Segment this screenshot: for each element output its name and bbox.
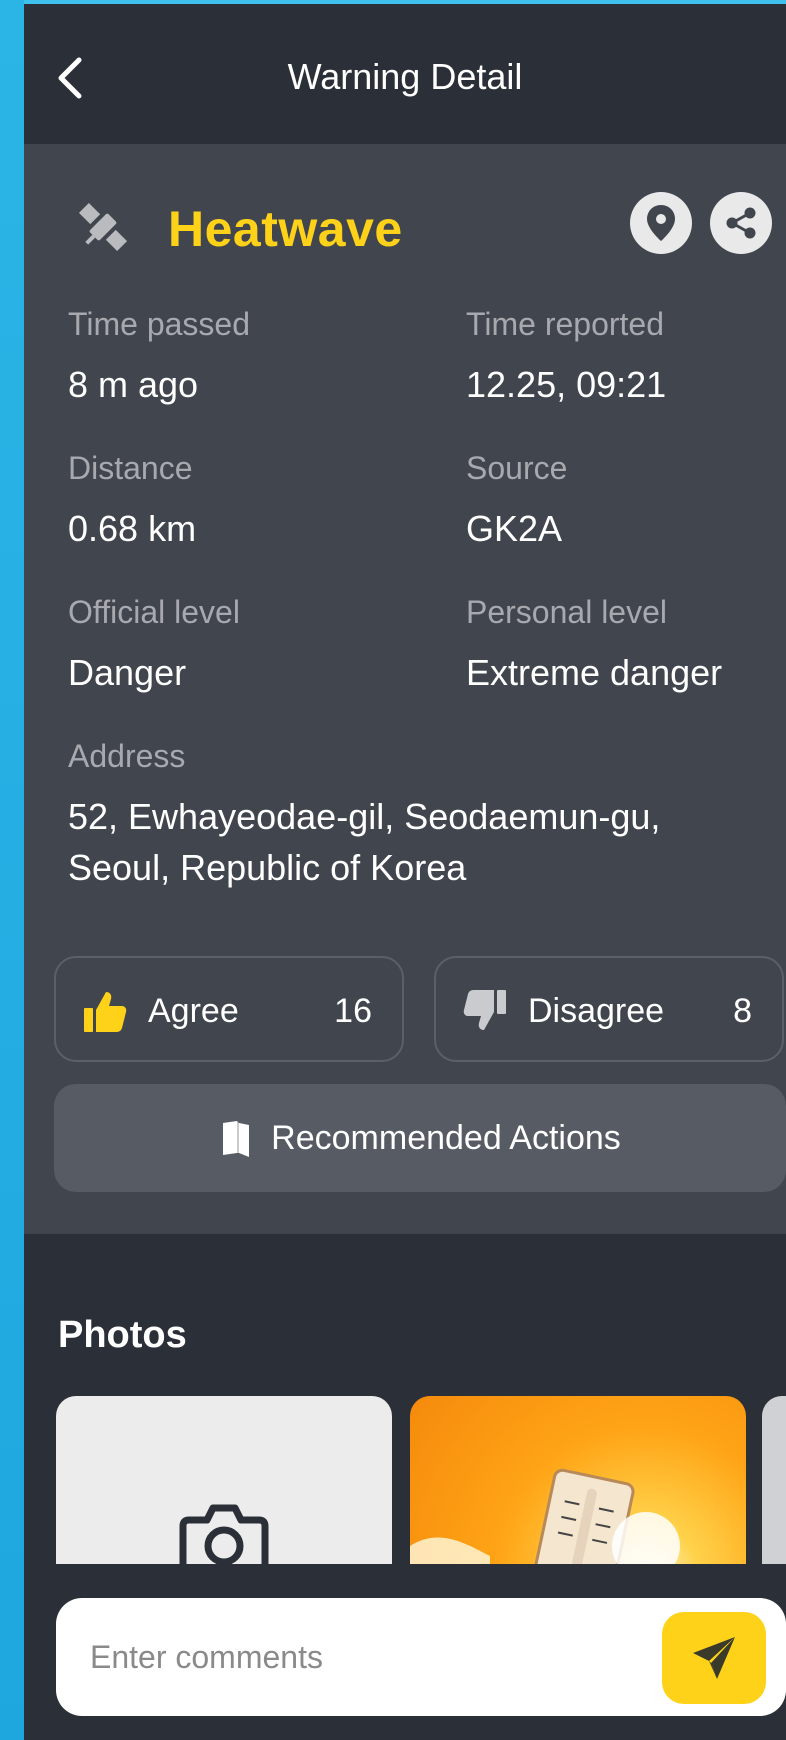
thermometer-image <box>410 1468 680 1576</box>
location-button[interactable] <box>630 192 692 254</box>
recommended-actions-button[interactable]: Recommended Actions <box>54 1084 786 1192</box>
official-level-field: Official level Danger <box>68 594 240 698</box>
warning-title: Heatwave <box>168 201 403 257</box>
app-screen: Warning Detail Heatwave Time passed 8 m … <box>24 0 786 1740</box>
address-field: Address 52, Ewhayeodae-gil, Seodaemun-gu… <box>68 738 748 893</box>
field-label: Address <box>68 738 186 774</box>
field-value: Danger <box>68 652 187 693</box>
page-title: Warning Detail <box>287 56 523 97</box>
field-value: GK2A <box>466 508 563 549</box>
photos-title: Photos <box>58 1314 187 1356</box>
field-value: Extreme danger <box>466 652 723 693</box>
photo-thumbnail[interactable] <box>762 1396 786 1576</box>
field-label: Source <box>466 450 568 486</box>
send-icon <box>693 1637 735 1679</box>
add-photo-button[interactable] <box>56 1396 392 1576</box>
header: Warning Detail <box>24 4 786 144</box>
field-value: 8 m ago <box>68 364 199 405</box>
thumbs-up-icon <box>84 992 127 1032</box>
photo-thumbnail[interactable] <box>410 1396 746 1576</box>
personal-level-field: Personal level Extreme danger <box>466 594 722 698</box>
thumbs-down-icon <box>463 990 506 1030</box>
share-icon <box>726 207 756 239</box>
disagree-button[interactable]: Disagree 8 <box>434 956 784 1062</box>
field-value: 0.68 km <box>68 508 197 549</box>
comment-bar <box>24 1564 786 1740</box>
field-label: Official level <box>68 594 240 630</box>
disagree-label: Disagree <box>528 992 665 1030</box>
comment-box <box>56 1598 786 1716</box>
map-pin-icon <box>647 205 675 241</box>
disagree-count: 8 <box>733 992 752 1030</box>
time-passed-field: Time passed 8 m ago <box>68 306 250 410</box>
warning-detail-card: Heatwave Time passed 8 m ago Time report… <box>24 144 786 1234</box>
field-label: Personal level <box>466 594 667 630</box>
field-label: Distance <box>68 450 193 486</box>
time-reported-field: Time reported 12.25, 09:21 <box>466 306 666 410</box>
field-label: Time passed <box>68 306 250 342</box>
field-value: 52, Ewhayeodae-gil, Seodaemun-gu, Seoul,… <box>68 796 661 889</box>
field-label: Time reported <box>466 306 664 342</box>
send-button[interactable] <box>662 1612 766 1704</box>
distance-field: Distance 0.68 km <box>68 450 196 554</box>
share-button[interactable] <box>710 192 772 254</box>
agree-count: 16 <box>334 992 372 1030</box>
agree-button[interactable]: Agree 16 <box>54 956 404 1062</box>
field-value: 12.25, 09:21 <box>466 364 667 405</box>
comment-input[interactable] <box>90 1628 650 1686</box>
source-field: Source GK2A <box>466 450 567 554</box>
satellite-icon <box>78 202 128 252</box>
recommended-actions-label: Recommended Actions <box>271 1118 621 1157</box>
agree-label: Agree <box>148 992 239 1030</box>
book-icon <box>223 1121 250 1157</box>
